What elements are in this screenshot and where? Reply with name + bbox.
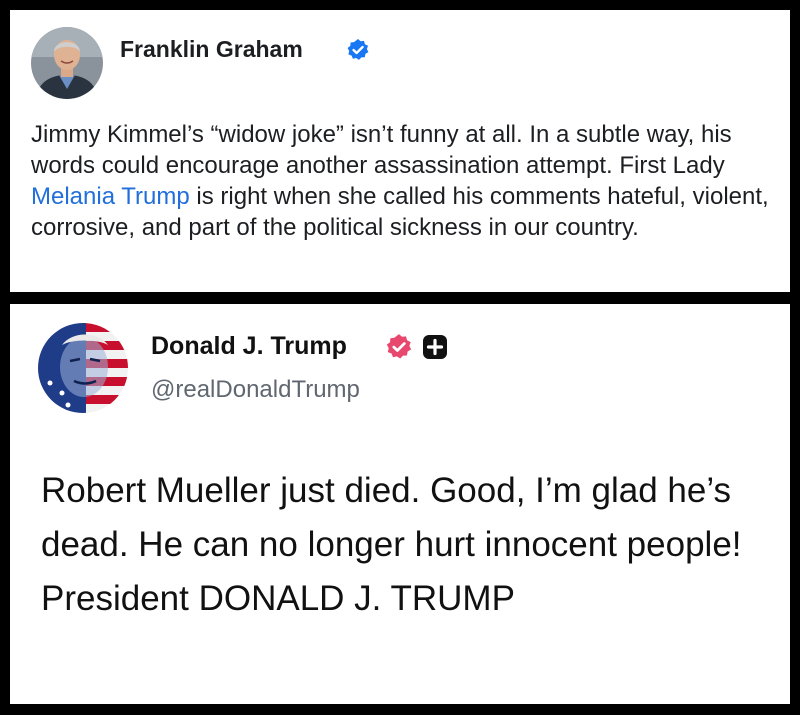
verified-badge-icon bbox=[386, 334, 412, 359]
post-text: Jimmy Kimmel’s “widow joke” isn’t funny … bbox=[31, 119, 783, 243]
post-text: Robert Mueller just died. Good, I’m glad… bbox=[41, 471, 742, 618]
mention-link[interactable]: Melania Trump bbox=[31, 183, 190, 210]
avatar-flag-portrait bbox=[38, 323, 128, 413]
avatar-photo bbox=[31, 27, 103, 99]
plus-badge-icon bbox=[423, 335, 447, 359]
post-card-donald-trump: Donald J. Trump @realDonaldTrump Robert … bbox=[10, 304, 790, 704]
avatar[interactable] bbox=[31, 27, 103, 99]
author-name[interactable]: Franklin Graham bbox=[120, 36, 303, 63]
avatar[interactable] bbox=[38, 323, 128, 413]
verified-badge-icon bbox=[347, 39, 369, 60]
post-card-franklin-graham: Franklin Graham Jimmy Kimmel’s “widow jo… bbox=[10, 10, 790, 292]
author-name[interactable]: Donald J. Trump bbox=[151, 332, 347, 361]
author-handle[interactable]: @realDonaldTrump bbox=[151, 376, 360, 404]
post-text-part: Jimmy Kimmel’s “widow joke” isn’t funny … bbox=[31, 121, 732, 179]
